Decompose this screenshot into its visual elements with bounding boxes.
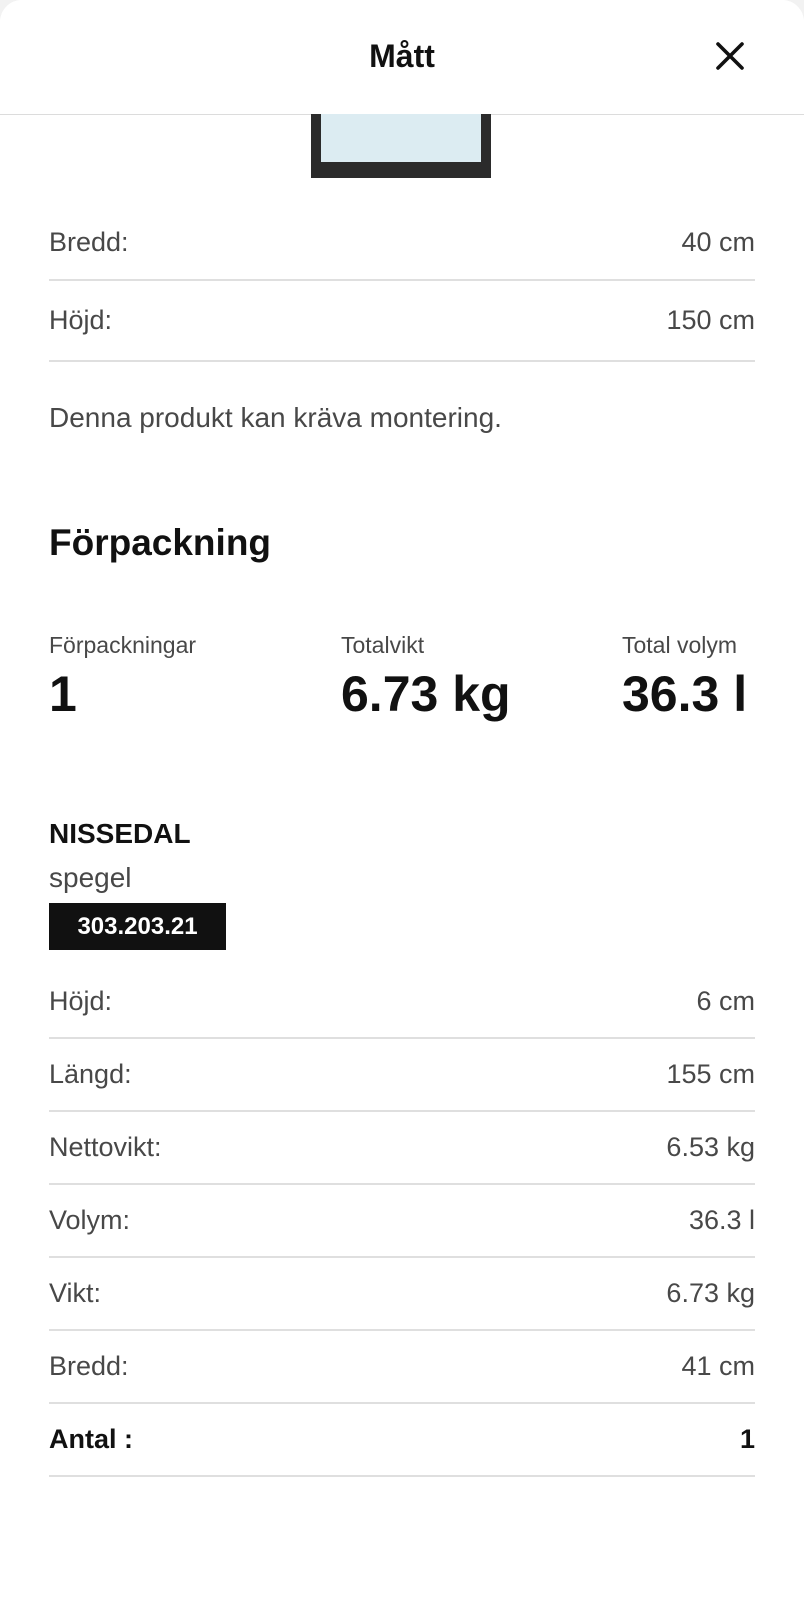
stat-packages: Förpackningar 1 xyxy=(49,632,196,719)
row-label: Bredd: xyxy=(49,1351,129,1381)
dimensions-sheet: Mått Bredd: 40 cm Höjd: 150 cm Denna pro… xyxy=(0,0,804,1600)
dimension-row-width: Bredd: 40 cm xyxy=(49,205,755,281)
row-value: 1 xyxy=(739,1424,755,1454)
package-row-volume: Volym: 36.3 l xyxy=(49,1185,755,1258)
stat-label: Totalvikt xyxy=(341,632,425,658)
stat-total-weight: Totalvikt 6.73 kg xyxy=(341,632,511,719)
package-row-width: Bredd: 41 cm xyxy=(49,1331,755,1404)
stat-total-volume: Total volym 36.3 l xyxy=(622,632,747,719)
row-label: Antal : xyxy=(49,1424,133,1454)
assembly-note: Denna produkt kan kräva montering. xyxy=(49,402,502,433)
article-number-badge: 303.203.21 xyxy=(49,903,226,950)
row-label: Bredd: xyxy=(49,226,129,257)
row-label: Nettovikt: xyxy=(49,1132,162,1162)
row-value: 6.53 kg xyxy=(666,1132,755,1162)
row-value: 6.73 kg xyxy=(666,1278,755,1308)
sheet-header: Mått xyxy=(0,0,804,115)
row-value: 41 cm xyxy=(681,1351,755,1381)
product-image xyxy=(311,114,491,178)
row-value: 150 cm xyxy=(666,305,755,335)
package-product-name: NISSEDAL xyxy=(49,818,191,849)
dimension-row-height: Höjd: 150 cm xyxy=(49,281,755,362)
row-value: 6 cm xyxy=(696,986,755,1016)
package-row-height: Höjd: 6 cm xyxy=(49,966,755,1039)
close-icon xyxy=(716,42,744,70)
row-label: Höjd: xyxy=(49,305,113,335)
close-button[interactable] xyxy=(712,38,748,74)
row-value: 155 cm xyxy=(666,1059,755,1089)
row-label: Volym: xyxy=(49,1205,131,1235)
package-row-length: Längd: 155 cm xyxy=(49,1039,755,1112)
stat-value: 1 xyxy=(49,666,77,722)
package-product-description: spegel xyxy=(49,862,132,893)
stat-value: 36.3 l xyxy=(622,666,748,722)
package-row-net-weight: Nettovikt: 6.53 kg xyxy=(49,1112,755,1185)
row-label: Vikt: xyxy=(49,1278,102,1308)
sheet-title: Mått xyxy=(369,38,435,74)
stat-value: 6.73 kg xyxy=(341,666,511,722)
stat-label: Förpackningar xyxy=(49,632,197,658)
package-row-quantity: Antal : 1 xyxy=(49,1404,755,1477)
package-row-weight: Vikt: 6.73 kg xyxy=(49,1258,755,1331)
row-value: 40 cm xyxy=(681,226,755,257)
row-label: Höjd: xyxy=(49,986,113,1016)
row-label: Längd: xyxy=(49,1059,132,1089)
row-value: 36.3 l xyxy=(688,1205,755,1235)
packaging-title: Förpackning xyxy=(49,522,272,563)
stat-label: Total volym xyxy=(622,632,738,658)
